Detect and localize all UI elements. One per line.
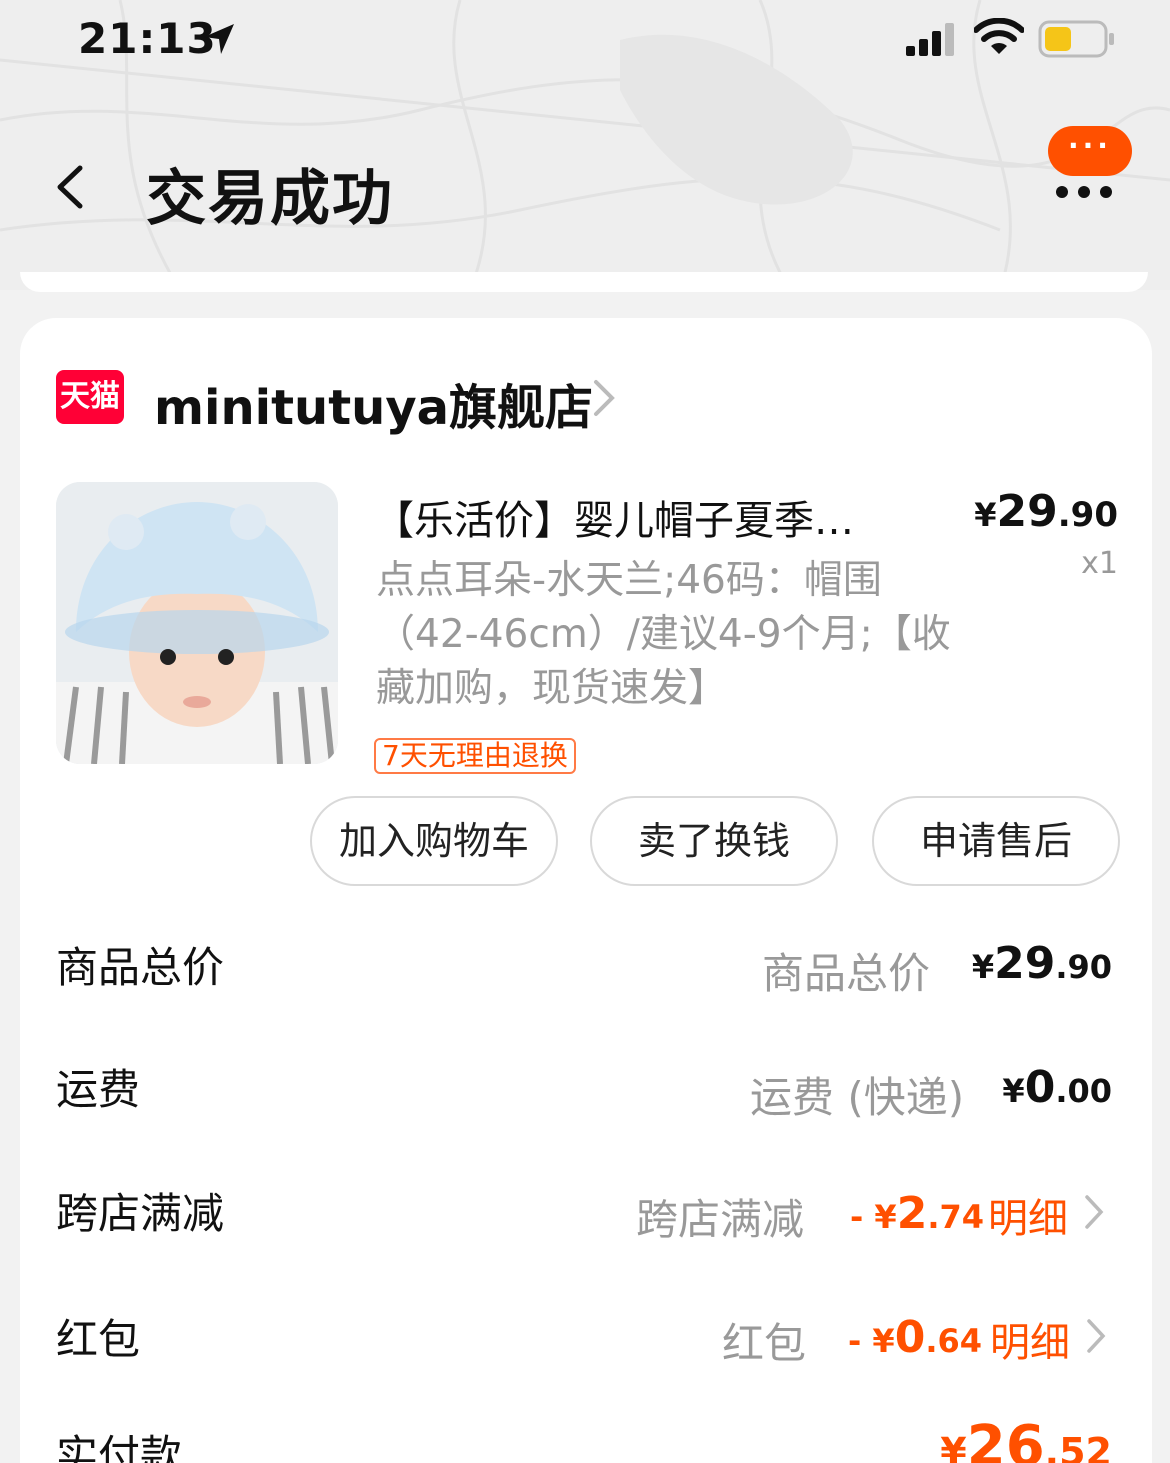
red-packet-sub: 红包 xyxy=(722,1319,807,1368)
paid-cur: ¥ xyxy=(940,1430,967,1463)
cross-store-discount-cur: - ¥ xyxy=(850,1198,897,1236)
goods-total-label: 商品总价 xyxy=(56,943,225,992)
product-quantity: x1 xyxy=(1081,546,1118,581)
resell-button[interactable]: 卖了换钱 xyxy=(590,796,838,886)
order-detail-screen: 21:13 交易成功 ··· 天猫 minitutuya旗舰店 【乐活价】婴儿帽… xyxy=(0,0,1170,1463)
previous-card-edge xyxy=(20,272,1148,292)
product-price-dec: .90 xyxy=(1057,495,1118,535)
goods-total-sub: 商品总价 xyxy=(762,949,931,998)
cross-store-discount-sub: 跨店满减 xyxy=(636,1195,805,1244)
location-arrow-icon xyxy=(204,24,234,54)
shipping-int: 0 xyxy=(1024,1062,1056,1113)
battery-icon xyxy=(1038,20,1114,58)
red-packet-row[interactable]: 红包 红包 - ¥0.64 明细 xyxy=(20,1306,1152,1386)
red-packet-label: 红包 xyxy=(56,1315,141,1364)
message-button[interactable]: ··· xyxy=(1048,126,1132,176)
cross-store-discount-label: 跨店满减 xyxy=(56,1189,225,1238)
cross-store-discount-detail-link[interactable]: 明细 xyxy=(988,1186,1068,1244)
shipping-amount: ¥0.00 xyxy=(1002,1062,1112,1113)
after-sales-button[interactable]: 申请售后 xyxy=(872,796,1120,886)
return-policy-badge: 7天无理由退换 xyxy=(374,738,576,774)
header: 21:13 交易成功 ··· xyxy=(0,0,1170,290)
red-packet-chevron-icon[interactable] xyxy=(1086,1318,1106,1354)
cellular-signal-icon xyxy=(906,23,954,56)
paid-amount: ¥26.52 xyxy=(940,1414,1112,1463)
status-time: 21:13 xyxy=(78,14,217,63)
more-menu-icon[interactable] xyxy=(1052,182,1116,202)
shipping-dec: .00 xyxy=(1055,1072,1112,1110)
goods-total-dec: .90 xyxy=(1055,948,1112,986)
cross-store-discount-amount: - ¥2.74 xyxy=(850,1188,984,1239)
red-packet-cur: - ¥ xyxy=(848,1322,895,1360)
paid-amount-row: 实付款 ¥26.52 xyxy=(20,1414,1152,1463)
paid-int: 26 xyxy=(966,1414,1045,1463)
red-packet-detail-link[interactable]: 明细 xyxy=(990,1310,1070,1368)
cross-store-discount-row[interactable]: 跨店满减 跨店满减 - ¥2.74 明细 xyxy=(20,1180,1152,1260)
product-image[interactable] xyxy=(56,482,338,764)
wifi-icon xyxy=(974,18,1024,54)
message-dots-icon: ··· xyxy=(1068,129,1112,162)
product-price-int: 29 xyxy=(996,486,1058,537)
product-title[interactable]: 【乐活价】婴儿帽子夏季… xyxy=(374,488,914,546)
order-card: 天猫 minitutuya旗舰店 【乐活价】婴儿帽子夏季… ¥29.90 x1 … xyxy=(20,318,1152,1463)
shipping-sub: 运费 (快递) xyxy=(750,1073,965,1122)
red-packet-int: 0 xyxy=(894,1312,926,1363)
page-title: 交易成功 xyxy=(146,164,394,234)
shop-name[interactable]: minitutuya旗舰店 xyxy=(154,368,593,438)
baby-hat-photo xyxy=(56,482,338,764)
product-price-currency: ¥ xyxy=(974,496,997,534)
product-price: ¥29.90 xyxy=(974,486,1118,537)
shipping-row: 运费 运费 (快递) ¥0.00 xyxy=(20,1056,1152,1136)
goods-total-int: 29 xyxy=(994,938,1056,989)
goods-total-row: 商品总价 商品总价 ¥29.90 xyxy=(20,934,1152,1014)
shipping-label: 运费 xyxy=(56,1065,141,1114)
red-packet-amount: - ¥0.64 xyxy=(848,1312,982,1363)
add-to-cart-button[interactable]: 加入购物车 xyxy=(310,796,558,886)
cross-store-discount-chevron-icon[interactable] xyxy=(1084,1194,1104,1230)
cross-store-discount-dec: .74 xyxy=(927,1198,984,1236)
shipping-cur: ¥ xyxy=(1002,1072,1025,1110)
red-packet-dec: .64 xyxy=(925,1322,982,1360)
goods-total-cur: ¥ xyxy=(971,948,995,986)
goods-total-amount: ¥29.90 xyxy=(972,938,1112,989)
tmall-logo: 天猫 xyxy=(56,370,124,424)
product-sku: 点点耳朵-水天兰;46码：帽围（42-46cm）/建议4-9个月;【收藏加购，现… xyxy=(376,558,951,711)
back-chevron-icon[interactable] xyxy=(50,162,90,212)
paid-dec: .52 xyxy=(1044,1430,1112,1463)
paid-amount-label: 实付款 xyxy=(56,1431,183,1463)
cross-store-discount-int: 2 xyxy=(896,1188,928,1239)
shop-chevron-icon[interactable] xyxy=(592,378,616,418)
status-bar: 21:13 xyxy=(0,0,1170,80)
